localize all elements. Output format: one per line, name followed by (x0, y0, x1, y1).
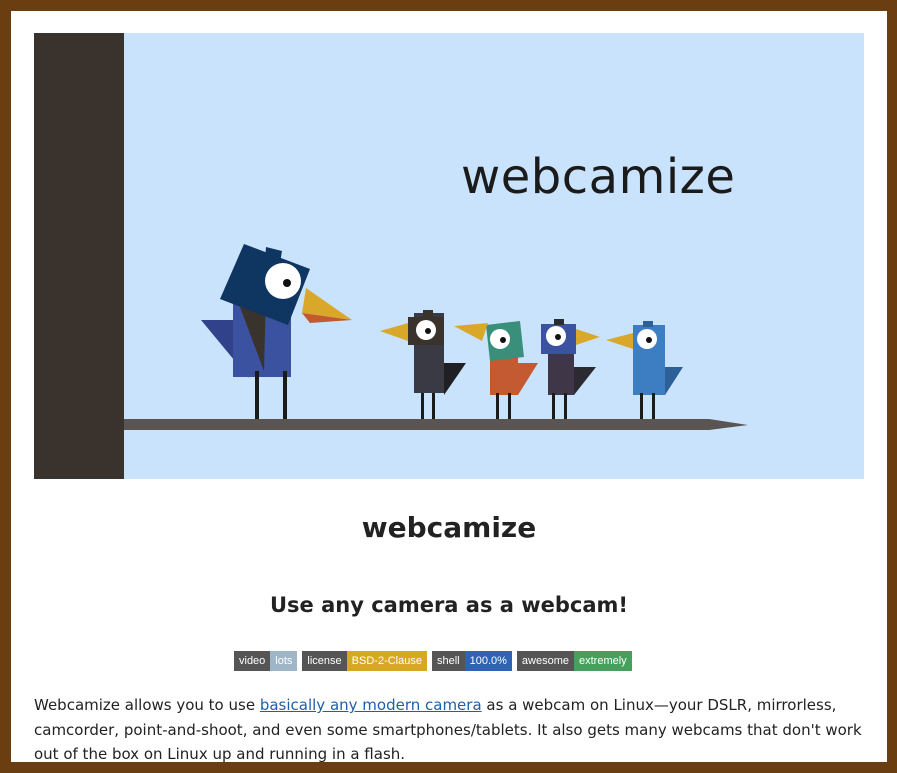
hero-banner: webcamize (34, 33, 864, 479)
badge-license[interactable]: license BSD-2-Clause (302, 651, 427, 671)
badge-shell[interactable]: shell 100.0% (431, 651, 512, 671)
birds-illustration (34, 33, 748, 479)
description: Webcamize allows you to use basically an… (34, 693, 870, 762)
page-title: webcamize (361, 511, 537, 544)
badge-value: extremely (574, 651, 632, 671)
readme-frame: webcamize webcamize Use any camera as a … (11, 11, 887, 762)
camera-support-link[interactable]: basically any modern camera (260, 696, 482, 714)
badge-row: video lots license BSD-2-Clause shell 10… (234, 651, 632, 671)
badge-video[interactable]: video lots (234, 651, 298, 671)
bird-three (454, 321, 538, 419)
badge-label: awesome (516, 651, 574, 671)
description-before: Webcamize allows you to use (34, 696, 260, 714)
bird-four (541, 319, 600, 419)
hero-title: webcamize (461, 149, 736, 205)
badge-label: shell (431, 651, 465, 671)
badge-label: video (234, 651, 271, 671)
branch (124, 419, 748, 430)
badge-value: BSD-2-Clause (346, 651, 427, 671)
badge-value: lots (270, 651, 298, 671)
post (34, 33, 124, 479)
badge-value: 100.0% (464, 651, 512, 671)
badge-awesome[interactable]: awesome extremely (516, 651, 632, 671)
bird-five (606, 321, 683, 419)
badge-label: license (302, 651, 347, 671)
bird-two (380, 310, 466, 419)
big-bird (201, 244, 352, 419)
tagline: Use any camera as a webcam! (269, 593, 629, 617)
